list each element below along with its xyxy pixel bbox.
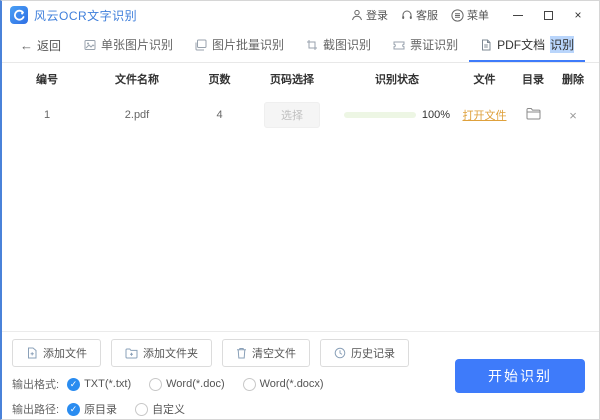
back-button[interactable]: ← 返回 <box>8 29 73 62</box>
add-file-button[interactable]: 添加文件 <box>12 339 101 367</box>
radio-checked-icon: ✓ <box>67 377 81 391</box>
clear-files-label: 清空文件 <box>252 348 296 360</box>
add-file-label: 添加文件 <box>43 348 87 360</box>
radio-label: Word(*.doc) <box>166 378 225 390</box>
login-label: 登录 <box>366 10 388 22</box>
radio-checked-icon: ✓ <box>67 402 81 416</box>
app-window: 风云OCR文字识别 登录 客服 菜单 × ← 返回 单张图片识别 图片批量识别 … <box>0 0 600 420</box>
page-select-button[interactable]: 选择 <box>264 102 320 128</box>
file-list-empty-area <box>2 135 599 331</box>
radio-unchecked-icon <box>242 377 256 391</box>
close-icon: × <box>574 8 582 22</box>
tab-label: 图片批量识别 <box>212 38 285 52</box>
radio-format-doc[interactable]: Word(*.doc) <box>149 377 225 391</box>
tab-batch-image-ocr[interactable]: 图片批量识别 <box>184 29 295 62</box>
window-controls: × <box>505 4 591 26</box>
output-path-label: 输出路径: <box>12 404 60 416</box>
row-filename: 2.pdf <box>124 109 150 121</box>
user-icon <box>352 9 362 21</box>
column-header-directory: 目录 <box>522 74 544 86</box>
clear-files-button[interactable]: 清空文件 <box>222 339 310 367</box>
output-format-label: 输出格式: <box>12 379 60 391</box>
maximize-button[interactable] <box>535 4 561 26</box>
radio-format-docx[interactable]: Word(*.docx) <box>242 377 324 391</box>
radio-label: TXT(*.txt) <box>84 378 132 390</box>
tab-label: PDF文档 <box>497 38 546 52</box>
table-row: 1 2.pdf 4 选择 100% 打开文件 × <box>2 95 599 135</box>
start-recognition-button[interactable]: 开始识别 <box>455 359 585 393</box>
back-arrow-icon: ← <box>20 38 33 53</box>
folder-icon <box>526 108 540 120</box>
radio-unchecked-icon <box>149 377 163 391</box>
history-label: 历史记录 <box>351 348 395 360</box>
history-button[interactable]: 历史记录 <box>320 339 409 367</box>
column-header-filename: 文件名称 <box>115 74 159 86</box>
tab-label: 票证识别 <box>410 38 459 52</box>
app-logo-icon <box>10 6 28 24</box>
menu-circle-icon <box>451 8 464 22</box>
open-directory-button[interactable] <box>526 107 541 120</box>
row-index: 1 <box>43 109 51 121</box>
back-label: 返回 <box>37 39 62 53</box>
tab-screenshot-ocr[interactable]: 截图识别 <box>295 29 382 62</box>
tab-bar: ← 返回 单张图片识别 图片批量识别 截图识别 票证识别 PDF文档 识别 <box>2 29 599 63</box>
radio-unchecked-icon <box>135 402 149 416</box>
tab-label: 单张图片识别 <box>101 38 174 52</box>
output-path-row: 输出路径: ✓ 原目录 自定义 <box>12 401 589 417</box>
column-header-index: 编号 <box>36 74 58 86</box>
tab-single-image-ocr[interactable]: 单张图片识别 <box>73 29 184 62</box>
progress-percent: 100% <box>421 109 451 121</box>
radio-label: 自定义 <box>152 404 186 416</box>
column-header-file: 文件 <box>473 74 496 86</box>
radio-path-original[interactable]: ✓ 原目录 <box>67 401 117 417</box>
minimize-icon <box>513 14 523 16</box>
tab-label-highlighted: 识别 <box>550 36 575 53</box>
menu-button[interactable]: 菜单 <box>451 7 489 23</box>
menu-label: 菜单 <box>467 10 489 22</box>
headset-icon <box>402 10 412 19</box>
radio-path-custom[interactable]: 自定义 <box>135 401 185 417</box>
image-icon <box>84 39 96 50</box>
title-bar: 风云OCR文字识别 登录 客服 菜单 × <box>2 1 599 29</box>
bottom-bar: 添加文件 添加文件夹 清空文件 历史记录 输出格式: ✓ TXT(*.txt) <box>2 331 599 419</box>
column-header-status: 识别状态 <box>375 74 419 86</box>
tab-label: 截图识别 <box>323 38 372 52</box>
minimize-button[interactable] <box>505 4 531 26</box>
trash-icon <box>237 348 246 359</box>
add-folder-label: 添加文件夹 <box>143 348 198 360</box>
delete-row-button[interactable]: × <box>569 108 577 123</box>
radio-label: 原目录 <box>84 404 118 416</box>
login-button[interactable]: 登录 <box>351 7 388 23</box>
crop-icon <box>307 39 318 50</box>
column-header-delete: 删除 <box>562 74 584 86</box>
tab-pdf-ocr[interactable]: PDF文档 识别 <box>469 29 586 62</box>
add-folder-icon <box>125 348 138 358</box>
close-button[interactable]: × <box>565 4 591 26</box>
check-mark: ✓ <box>69 403 78 414</box>
batch-images-icon <box>195 39 207 50</box>
maximize-icon <box>543 10 553 20</box>
support-button[interactable]: 客服 <box>401 7 438 23</box>
column-header-page-select: 页码选择 <box>270 74 314 86</box>
row-pages: 4 <box>216 109 223 121</box>
pdf-document-icon <box>482 39 491 50</box>
check-mark: ✓ <box>69 378 78 389</box>
ticket-icon <box>393 41 405 49</box>
progress-track <box>343 112 416 118</box>
user-actions: 登录 客服 菜单 <box>351 7 489 23</box>
column-header-pages: 页数 <box>208 74 231 86</box>
radio-label: Word(*.docx) <box>259 378 324 390</box>
add-folder-button[interactable]: 添加文件夹 <box>111 339 212 367</box>
add-file-icon <box>28 347 37 359</box>
table-header: 编号 文件名称 页数 页码选择 识别状态 文件 目录 删除 <box>2 63 599 95</box>
support-label: 客服 <box>416 10 438 22</box>
clock-icon <box>334 347 346 359</box>
recognition-progress: 100% <box>337 109 457 121</box>
radio-format-txt[interactable]: ✓ TXT(*.txt) <box>67 377 132 391</box>
open-file-link[interactable]: 打开文件 <box>463 110 507 122</box>
tab-ticket-ocr[interactable]: 票证识别 <box>382 29 469 62</box>
app-title: 风云OCR文字识别 <box>34 8 138 23</box>
